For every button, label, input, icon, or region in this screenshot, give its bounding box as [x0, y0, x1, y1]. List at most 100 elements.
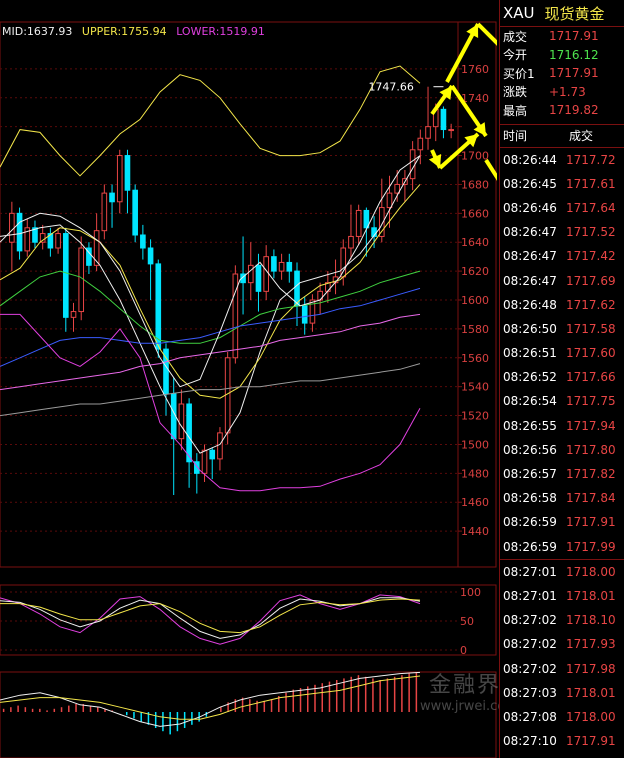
trade-row[interactable]: 08:27:03 1718.01 [500, 681, 624, 705]
trade-row[interactable]: 08:26:47 1717.42 [500, 244, 624, 268]
trade-price: 1717.58 [566, 321, 616, 336]
trade-row[interactable]: 08:26:59 1717.91 [500, 510, 624, 534]
trade-row[interactable]: 08:26:50 1717.58 [500, 317, 624, 341]
trade-price: 1717.52 [566, 225, 616, 240]
trade-price: 1717.99 [566, 539, 616, 554]
macd-line [0, 675, 421, 720]
quote-label: 涨跌 [503, 85, 528, 100]
trades-header-time: 时间 [503, 129, 528, 143]
candle-down [62, 233, 69, 318]
trade-time: 08:26:47 [503, 225, 557, 240]
oscillator-tick-label: 50 [460, 615, 474, 628]
trade-row[interactable]: 08:26:48 1717.62 [500, 293, 624, 317]
y-tick-label: 1560 [461, 352, 489, 365]
trade-price: 1718.01 [566, 685, 616, 700]
trade-price: 1717.91 [566, 515, 616, 530]
trade-price: 1717.42 [566, 249, 616, 264]
trade-row[interactable]: 08:27:10 1717.91 [500, 729, 624, 753]
quote-label: 成交 [503, 29, 528, 44]
price-chart[interactable]: 1440 1460 1480 1500 1520 1540 1560 1580 1600 1620… [0, 0, 497, 758]
trade-row[interactable]: 08:26:47 1717.69 [500, 268, 624, 292]
trade-time: 08:27:03 [503, 685, 557, 700]
trade-row[interactable]: 08:27:02 1718.10 [500, 608, 624, 632]
quote-value: 1719.82 [549, 103, 599, 118]
trades-list[interactable]: 08:26:44 1717.72 08:26:45 1717.61 08:26:46… [500, 148, 624, 754]
oscillator-frame [0, 584, 497, 656]
candle-up [201, 449, 208, 474]
quote-row: 买价1 1717.91 [500, 64, 624, 83]
trade-price: 1717.91 [566, 734, 616, 749]
candle-down [286, 261, 293, 272]
quote-row: 最高 1719.82 [500, 101, 624, 120]
trade-row[interactable]: 08:27:08 1718.00 [500, 705, 624, 729]
candle-up [224, 357, 231, 434]
legend-upper: UPPER:1755.94 [81, 25, 167, 38]
candle-up [247, 264, 254, 284]
symbol-code: XAU [503, 4, 535, 22]
oscillator-line [0, 594, 421, 645]
y-tick-label: 1700 [461, 150, 489, 163]
moving-average-line [0, 313, 421, 391]
candle-down [109, 192, 115, 203]
trade-row[interactable]: 08:26:59 1717.99 [500, 535, 624, 559]
trade-row[interactable]: 08:26:56 1717.80 [500, 438, 624, 462]
y-tick-label: 1600 [461, 294, 489, 307]
quote-row: 成交 1717.91 [500, 27, 624, 46]
trade-time: 08:26:51 [503, 346, 557, 361]
candle-up [386, 192, 393, 209]
trade-row[interactable]: 08:27:01 1718.00 [500, 560, 624, 584]
trade-row[interactable]: 08:26:46 1717.64 [500, 196, 624, 220]
y-tick-label: 1480 [461, 467, 489, 480]
annotation-arrow-shaft [484, 158, 497, 181]
trade-time: 08:26:52 [503, 370, 557, 385]
candle-up [355, 209, 362, 237]
y-tick-label: 1540 [461, 381, 489, 394]
trade-time: 08:27:01 [503, 564, 557, 579]
trade-row[interactable]: 08:27:02 1717.98 [500, 656, 624, 680]
trade-time: 08:26:59 [503, 539, 557, 554]
candle-down [255, 264, 262, 292]
trade-row[interactable]: 08:26:51 1717.60 [500, 341, 624, 365]
trade-row[interactable]: 08:26:47 1717.52 [500, 220, 624, 244]
trade-price: 1717.75 [566, 394, 616, 409]
quote-value: 1716.12 [549, 47, 599, 62]
candle-down [186, 403, 192, 463]
trade-time: 08:27:02 [503, 613, 557, 628]
trade-row[interactable]: 08:26:57 1717.82 [500, 462, 624, 486]
trade-time: 08:26:45 [503, 176, 557, 191]
trade-time: 08:26:47 [503, 249, 557, 264]
trade-row[interactable]: 08:26:45 1717.61 [500, 172, 624, 196]
oscillator-tick-label: 0 [460, 644, 467, 657]
quote-row: 涨跌 +1.73 [500, 83, 624, 102]
quote-label: 今开 [503, 48, 528, 63]
trade-row[interactable]: 08:26:52 1717.66 [500, 365, 624, 389]
y-tick-label: 1520 [461, 410, 489, 423]
candle-up [340, 247, 347, 278]
trade-price: 1717.61 [566, 176, 616, 191]
trade-row[interactable]: 08:26:55 1717.94 [500, 414, 624, 438]
trade-row[interactable]: 08:26:58 1717.84 [500, 486, 624, 510]
trade-time: 08:27:02 [503, 637, 557, 652]
quote-label: 买价1 [503, 66, 535, 81]
trade-row[interactable]: 08:26:44 1717.72 [500, 148, 624, 172]
candle-up [448, 129, 454, 132]
quote-label: 最高 [503, 103, 528, 118]
y-tick-label: 1680 [461, 178, 489, 191]
y-tick-label: 1660 [461, 207, 489, 220]
legend-mid: MID:1637.93 [2, 25, 73, 38]
trade-row[interactable]: 08:27:02 1717.93 [500, 632, 624, 656]
trade-price: 1717.93 [566, 637, 616, 652]
trade-price: 1718.00 [566, 564, 616, 579]
high-price-label: 1747.66 [368, 81, 414, 94]
trade-time: 08:26:47 [503, 273, 557, 288]
trades-header-price: 成交 [569, 129, 594, 143]
trade-row[interactable]: 08:27:01 1718.01 [500, 584, 624, 608]
bollinger-legend: MID:1637.93 UPPER:1755.94 LOWER:1519.91 [2, 25, 271, 38]
trade-time: 08:26:54 [503, 394, 557, 409]
candle-down [16, 212, 23, 252]
candle-up [263, 256, 269, 292]
quote-header: XAU 现货黄金 [500, 0, 624, 27]
y-tick-label: 1500 [461, 438, 489, 451]
trade-row[interactable]: 08:26:54 1717.75 [500, 389, 624, 413]
trade-time: 08:26:46 [503, 200, 557, 215]
